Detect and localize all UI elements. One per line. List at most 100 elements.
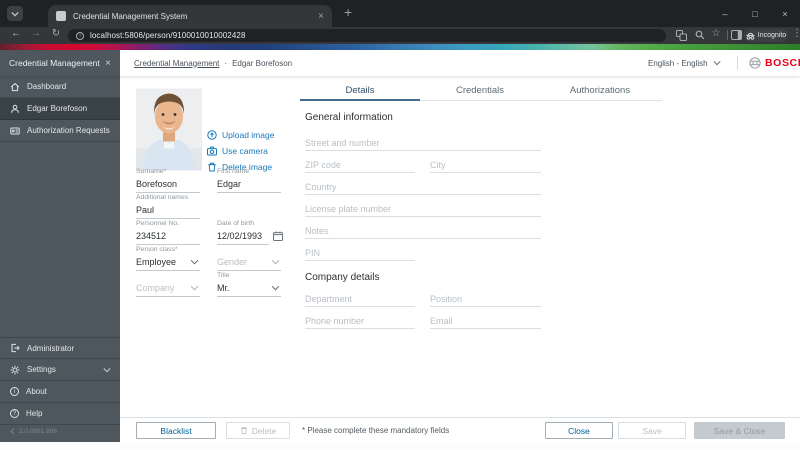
personnel-no-input[interactable]: 234512 xyxy=(136,229,200,245)
street-and-number-field[interactable]: Street and number xyxy=(305,137,541,151)
search-icon[interactable] xyxy=(695,30,705,40)
department-field[interactable]: Department xyxy=(305,293,415,307)
toolbar-divider xyxy=(727,30,728,40)
breadcrumb: Credential Management · Edgar Borefoson xyxy=(134,50,292,76)
bosch-wordmark: BOSCH xyxy=(765,57,800,69)
sidebar-item-authorization-requests[interactable]: Authorization Requests xyxy=(0,120,120,142)
back-icon[interactable]: ← xyxy=(8,28,24,39)
gender-placeholder: Gender xyxy=(217,257,248,267)
position-field[interactable]: Position xyxy=(430,293,541,307)
upload-image-button[interactable]: Upload image xyxy=(207,130,274,140)
sidebar-item-person[interactable]: Edgar Borefoson xyxy=(0,98,120,120)
zip-code-field[interactable]: ZIP code xyxy=(305,159,415,173)
save-button[interactable]: Save xyxy=(618,422,686,439)
sidebar-item-label: Administrator xyxy=(27,343,75,353)
reload-icon[interactable]: ↻ xyxy=(48,28,64,39)
page-bottom-strip xyxy=(0,442,800,450)
forward-icon[interactable]: → xyxy=(28,28,44,39)
sidebar-item-about[interactable]: i About xyxy=(0,381,120,403)
date-of-birth-label: Date of birth xyxy=(217,220,255,227)
city-field[interactable]: City xyxy=(430,159,541,173)
mandatory-fields-note: * Please complete these mandatory fields xyxy=(302,426,450,435)
window-maximize-button[interactable]: □ xyxy=(740,9,770,19)
phone-number-field[interactable]: Phone number xyxy=(305,315,415,329)
tab-close-icon[interactable]: × xyxy=(318,11,324,22)
window-close-button[interactable]: × xyxy=(770,9,800,19)
upload-image-label: Upload image xyxy=(222,130,275,140)
tab-authorizations[interactable]: Authorizations xyxy=(540,82,660,101)
company-select[interactable]: Company xyxy=(136,281,200,297)
person-class-select[interactable]: Employee xyxy=(136,255,200,271)
sidebar-item-label: Edgar Borefoson xyxy=(27,104,88,113)
save-and-close-button[interactable]: Save & Close xyxy=(694,422,785,439)
date-of-birth-input[interactable]: 12/02/1993 xyxy=(217,229,283,245)
tab-details[interactable]: Details xyxy=(300,82,420,101)
first-name-input[interactable]: Edgar xyxy=(217,177,281,193)
translate-icon[interactable] xyxy=(676,30,687,41)
chevron-down-icon xyxy=(103,367,111,372)
new-tab-button[interactable]: + xyxy=(344,4,352,20)
blacklist-button[interactable]: Blacklist xyxy=(136,422,216,439)
chevron-left-icon[interactable] xyxy=(10,428,15,435)
personnel-no-label: Personnel No. xyxy=(136,220,180,227)
tab-title: Credential Management System xyxy=(73,11,188,21)
chevron-down-icon xyxy=(11,11,19,17)
chevron-down-icon xyxy=(271,259,280,265)
browser-tab[interactable]: Credential Management System × xyxy=(48,5,332,27)
close-button[interactable]: Close xyxy=(545,422,613,439)
bookmark-star-icon[interactable]: ☆ xyxy=(708,28,724,39)
sidebar-header: Credential Management × xyxy=(0,50,120,76)
site-info-icon[interactable]: i xyxy=(76,31,84,40)
address-bar[interactable]: i localhost:5806/person/9100010010002428 xyxy=(68,29,666,42)
person-photo xyxy=(136,88,202,171)
email-field[interactable]: Email xyxy=(430,315,541,329)
window-controls: – □ × xyxy=(710,0,800,27)
tab-credentials[interactable]: Credentials xyxy=(420,82,540,101)
window-minimize-button[interactable]: – xyxy=(710,9,740,19)
breadcrumb-link[interactable]: Credential Management xyxy=(134,59,219,68)
company-label-spacer xyxy=(136,272,200,281)
title-select[interactable]: Mr. xyxy=(217,281,281,297)
person-class-value: Employee xyxy=(136,257,177,267)
side-panel-icon[interactable] xyxy=(731,30,742,40)
country-field[interactable]: Country xyxy=(305,181,541,195)
sidebar-item-settings[interactable]: Settings xyxy=(0,359,120,381)
language-selector[interactable]: English - English xyxy=(648,50,721,76)
tab-favicon-icon xyxy=(56,11,66,21)
person-class-label: Person class* xyxy=(136,246,178,253)
license-plate-field[interactable]: License plate number xyxy=(305,203,541,217)
sidebar-item-dashboard[interactable]: Dashboard xyxy=(0,76,120,98)
chevron-down-icon xyxy=(190,285,199,291)
sidebar-item-help[interactable]: ? Help xyxy=(0,403,120,425)
surname-label: Surname* xyxy=(136,168,167,175)
sidebar-item-label: About xyxy=(26,387,47,396)
incognito-label: Incognito xyxy=(757,32,787,39)
gender-select[interactable]: Gender xyxy=(217,255,281,271)
bosch-symbol-icon xyxy=(749,57,761,69)
surname-input[interactable]: Borefoson xyxy=(136,177,200,193)
browser-menu-icon[interactable]: ⋮ xyxy=(789,28,800,39)
notes-field[interactable]: Notes xyxy=(305,225,541,239)
tab-search-button[interactable] xyxy=(7,6,23,21)
general-information-heading: General information xyxy=(305,112,393,123)
title-value: Mr. xyxy=(217,283,230,293)
pin-field[interactable]: PIN xyxy=(305,247,415,261)
chevron-down-icon xyxy=(271,285,280,291)
sidebar-item-label: Authorization Requests xyxy=(27,126,110,135)
use-camera-button[interactable]: Use camera xyxy=(207,146,268,156)
calendar-icon[interactable] xyxy=(273,231,283,241)
upload-icon xyxy=(207,130,217,140)
breadcrumb-separator: · xyxy=(224,58,228,68)
home-icon xyxy=(10,82,20,91)
date-of-birth-value: 12/02/1993 xyxy=(217,231,263,241)
delete-button[interactable]: Delete xyxy=(226,422,290,439)
sidebar-version: 2.0.0881.886 xyxy=(10,428,57,435)
chevron-down-icon xyxy=(190,259,199,265)
sidebar-item-administrator[interactable]: Administrator xyxy=(0,337,120,359)
sidebar-item-label: Settings xyxy=(27,365,56,374)
incognito-icon xyxy=(746,32,755,40)
browser-toolbar: ← → ↻ i localhost:5806/person/9100010010… xyxy=(0,27,800,44)
additional-names-input[interactable]: Paul xyxy=(136,203,200,219)
sidebar-close-icon[interactable]: × xyxy=(105,58,111,69)
delete-label: Delete xyxy=(251,425,277,436)
